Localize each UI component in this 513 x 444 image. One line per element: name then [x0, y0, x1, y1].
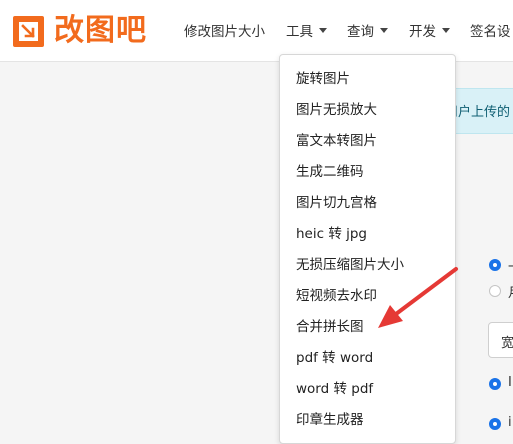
chevron-down-icon: [442, 28, 450, 33]
radio-option-1-label: 一: [508, 256, 513, 275]
menu-item-nine-grid[interactable]: 图片切九宫格: [296, 194, 377, 212]
nav-tools-menu[interactable]: 工具: [286, 22, 327, 42]
chevron-down-icon: [319, 28, 327, 33]
radio-option-2[interactable]: [489, 285, 501, 297]
menu-item-heic-to-jpg[interactable]: heic 转 jpg: [296, 225, 367, 243]
radio-option-1[interactable]: [489, 259, 501, 271]
radio-option-3-label: I: [508, 375, 512, 390]
nav-resize-image[interactable]: 修改图片大小: [184, 22, 265, 42]
nav-query-menu[interactable]: 查询: [347, 22, 388, 42]
annotation-arrow-icon: [378, 267, 458, 328]
menu-item-rotate-image[interactable]: 旋转图片: [296, 70, 350, 88]
menu-item-word-to-pdf[interactable]: word 转 pdf: [296, 380, 373, 398]
menu-item-richtext-to-image[interactable]: 富文本转图片: [296, 132, 377, 150]
nav-develop-label: 开发: [409, 24, 436, 40]
nav-signature[interactable]: 签名设: [470, 22, 511, 42]
dimension-button-label: 宽: [501, 336, 513, 351]
radio-option-3[interactable]: [489, 378, 501, 390]
dimension-button[interactable]: 宽: [488, 322, 513, 358]
nav-develop-menu[interactable]: 开发: [409, 22, 450, 42]
site-logo[interactable]: 改图吧: [13, 13, 163, 48]
info-alert-text: 用户上传的: [455, 105, 511, 120]
menu-item-pdf-to-word[interactable]: pdf 转 word: [296, 349, 373, 367]
top-navbar: 改图吧 修改图片大小 工具 查询 开发 签名设: [0, 0, 513, 62]
radio-option-2-label: 月: [508, 282, 513, 301]
nav-tools-label: 工具: [286, 24, 313, 40]
nav-signature-label: 签名设: [470, 24, 511, 40]
menu-item-qr-code[interactable]: 生成二维码: [296, 163, 364, 181]
menu-item-lossless-upscale[interactable]: 图片无损放大: [296, 101, 377, 119]
nav-resize-label: 修改图片大小: [184, 24, 265, 40]
menu-item-merge-long-image[interactable]: 合并拼长图: [296, 318, 364, 336]
chevron-down-icon: [380, 28, 388, 33]
nav-query-label: 查询: [347, 24, 374, 40]
radio-option-4[interactable]: [489, 418, 501, 430]
menu-item-remove-watermark[interactable]: 短视频去水印: [296, 287, 377, 305]
tools-dropdown-menu: 旋转图片 图片无损放大 富文本转图片 生成二维码 图片切九宫格 heic 转 j…: [279, 54, 456, 444]
logo-icon: [13, 16, 44, 47]
logo-text: 改图吧: [54, 13, 147, 48]
info-alert: 用户上传的: [455, 88, 513, 134]
menu-item-seal-generator[interactable]: 印章生成器: [296, 411, 364, 429]
